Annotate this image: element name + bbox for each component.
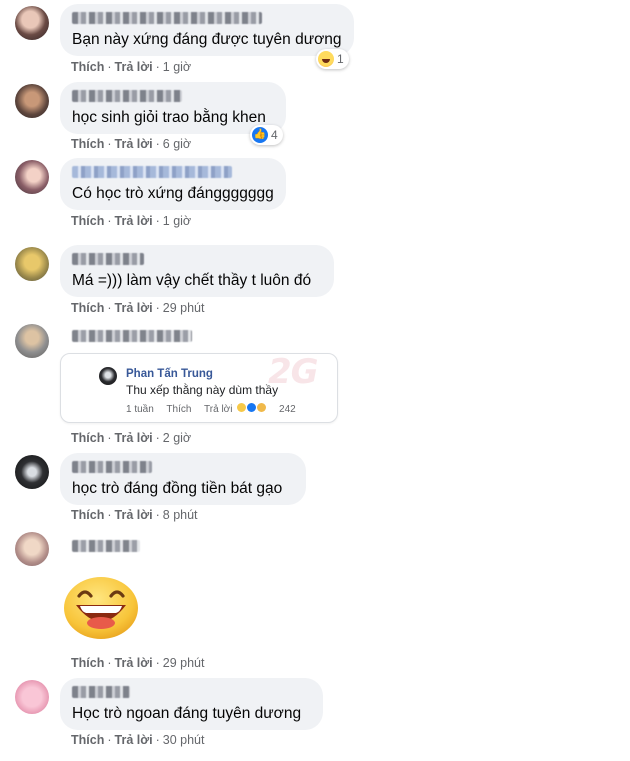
comment-actions: Thích · Trả lời · 2 giờ <box>71 431 192 445</box>
commenter-name-blurred[interactable] <box>72 540 140 552</box>
avatar[interactable] <box>15 247 49 281</box>
avatar[interactable] <box>15 532 49 566</box>
reaction-count[interactable]: 👍 4 <box>250 125 283 145</box>
comment-actions: Thích · Trả lời · 1 giờ <box>71 60 192 74</box>
commenter-name-blurred[interactable] <box>72 90 182 102</box>
like-icon: 👍 <box>252 127 268 143</box>
like-link[interactable]: Thích <box>71 214 104 228</box>
haha-icon <box>237 403 247 412</box>
comment-timestamp[interactable]: 2 giờ <box>163 431 191 445</box>
laughing-face-sticker[interactable] <box>62 572 140 640</box>
avatar[interactable] <box>15 6 49 40</box>
comment-actions: Thích · Trả lời · 29 phút <box>71 656 205 670</box>
commenter-name-blurred[interactable] <box>72 330 192 342</box>
reply-link[interactable]: Trả lời <box>115 214 153 228</box>
comment-bubble: Má =))) làm vậy chết thầy t luôn đó <box>60 245 334 297</box>
avatar[interactable] <box>15 680 49 714</box>
watermark-logo: 2G <box>268 352 319 392</box>
reaction-icons <box>237 403 267 412</box>
comment-timestamp[interactable]: 29 phút <box>163 301 205 315</box>
comment-timestamp[interactable]: 8 phút <box>163 508 198 522</box>
comment-text: học sinh giỏi trao bằng khen <box>72 109 266 126</box>
reaction-count[interactable]: 1 <box>316 49 349 69</box>
comment-bubble: Học trò ngoan đáng tuyên dương <box>60 678 323 730</box>
reply-link[interactable]: Trả lời <box>115 656 153 670</box>
comment-text: Học trò ngoan đáng tuyên dương <box>72 705 302 722</box>
comment-timestamp[interactable]: 30 phút <box>163 733 205 747</box>
comment-bubble: học sinh giỏi trao bằng khen <box>60 82 286 134</box>
comment-actions: Thích · Trả lời · 30 phút <box>71 733 205 747</box>
haha-icon <box>318 51 334 67</box>
reply-link[interactable]: Trả lời <box>115 137 153 151</box>
comment-text: học trò đáng đồng tiền bát gạo <box>72 480 283 497</box>
comment-actions: Thích · Trả lời · 1 giờ <box>71 214 192 228</box>
comment-actions: Thích · Trả lời · 29 phút <box>71 301 205 315</box>
comment-actions: Thích · Trả lời · 8 phút <box>71 508 198 522</box>
commenter-name-blurred[interactable] <box>72 461 152 473</box>
comment-text: Bạn này xứng đáng được tuyên dương <box>72 31 342 48</box>
like-link[interactable]: Thích <box>71 508 104 522</box>
comment-bubble: Bạn này xứng đáng được tuyên dương <box>60 4 354 56</box>
like-link[interactable]: Thích <box>71 60 104 74</box>
avatar <box>99 367 117 385</box>
avatar[interactable] <box>15 455 49 489</box>
like-icon <box>247 403 257 412</box>
commenter-name-blurred[interactable] <box>72 686 130 698</box>
comment-actions: Thích · Trả lời · 6 giờ <box>71 137 192 151</box>
sad-icon <box>257 403 267 412</box>
comment-bubble: Có học trò xứng đánggggggg <box>60 158 286 210</box>
reply-link[interactable]: Trả lời <box>115 431 153 445</box>
comment-timestamp[interactable]: 1 giờ <box>163 60 191 74</box>
avatar[interactable] <box>15 160 49 194</box>
like-link[interactable]: Thích <box>71 431 104 445</box>
comment-bubble: học trò đáng đồng tiền bát gạo <box>60 453 306 505</box>
quoted-commenter-name: Phan Tấn Trung <box>126 368 213 380</box>
comment-text: Có học trò xứng đánggggggg <box>72 185 274 202</box>
avatar[interactable] <box>15 324 49 358</box>
commenter-name-blurred[interactable] <box>72 166 232 178</box>
commenter-name-blurred[interactable] <box>72 253 144 265</box>
reply-link[interactable]: Trả lời <box>115 508 153 522</box>
quoted-comment-text: Thu xếp thằng này dùm thầy <box>126 383 279 397</box>
comment-timestamp[interactable]: 1 giờ <box>163 214 191 228</box>
like-link[interactable]: Thích <box>71 656 104 670</box>
comment-timestamp[interactable]: 29 phút <box>163 656 205 670</box>
reply-link[interactable]: Trả lời <box>115 301 153 315</box>
reply-link[interactable]: Trả lời <box>115 60 153 74</box>
comment-text: Má =))) làm vậy chết thầy t luôn đó <box>72 272 312 289</box>
like-link[interactable]: Thích <box>71 137 104 151</box>
commenter-name-blurred[interactable] <box>72 12 262 24</box>
like-link[interactable]: Thích <box>71 733 104 747</box>
avatar[interactable] <box>15 84 49 118</box>
reply-link[interactable]: Trả lời <box>115 733 153 747</box>
like-link[interactable]: Thích <box>71 301 104 315</box>
comment-timestamp[interactable]: 6 giờ <box>163 137 191 151</box>
